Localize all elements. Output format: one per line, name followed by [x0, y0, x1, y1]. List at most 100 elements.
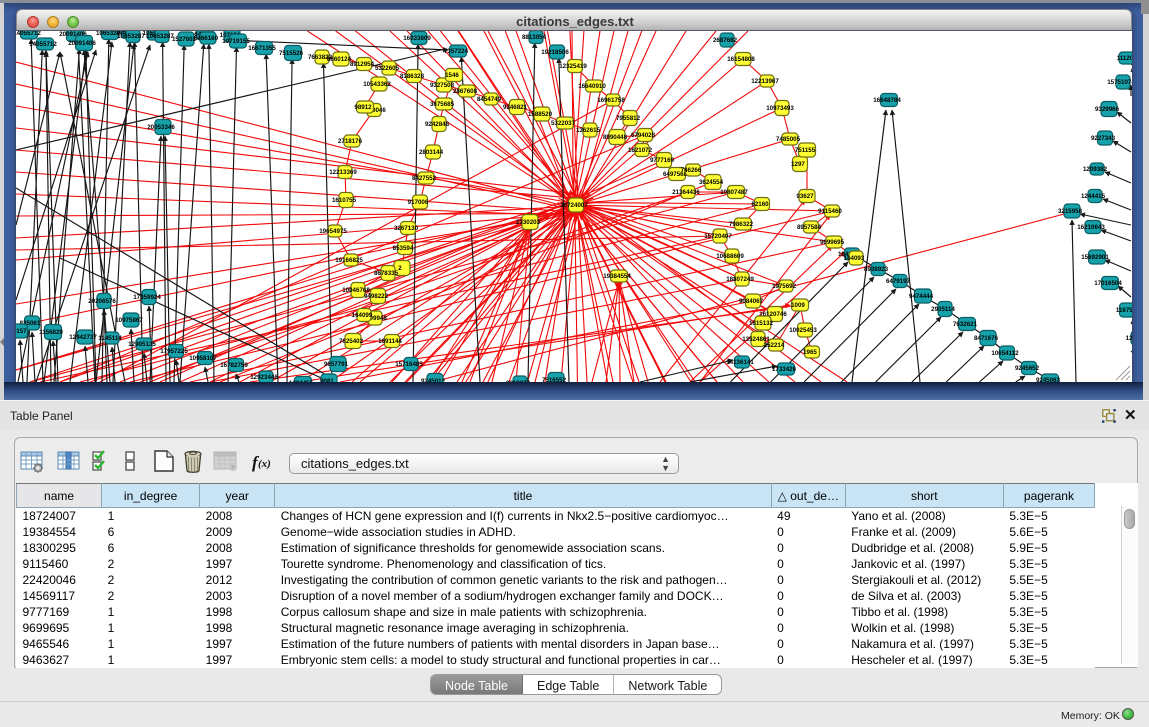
svg-text:1975692: 1975692	[772, 283, 797, 290]
svg-text:7485005: 7485005	[776, 136, 801, 143]
svg-text:16961758: 16961758	[597, 97, 625, 104]
svg-text:9227343: 9227343	[1091, 135, 1116, 142]
svg-text:746266: 746266	[681, 167, 702, 174]
svg-text:19218506: 19218506	[541, 49, 569, 56]
svg-text:8678335: 8678335	[374, 270, 399, 277]
svg-text:19384554: 19384554	[603, 273, 631, 280]
svg-text:9084067: 9084067	[739, 298, 764, 305]
svg-text:1621072: 1621072	[628, 147, 653, 154]
svg-text:8813054: 8813054	[522, 34, 547, 41]
svg-text:3215958: 3215958	[1058, 208, 1083, 215]
svg-text:1691144: 1691144	[378, 338, 402, 345]
svg-text:8990448: 8990448	[603, 134, 628, 141]
svg-text:62160: 62160	[751, 201, 769, 208]
svg-text:10973493: 10973493	[766, 105, 794, 112]
svg-text:8427552: 8427552	[412, 175, 437, 182]
svg-text:20206576: 20206576	[88, 298, 116, 305]
svg-text:16782759: 16782759	[220, 362, 248, 369]
svg-text:164093: 164093	[844, 255, 865, 262]
svg-text:11120: 11120	[1117, 55, 1132, 62]
svg-text:2: 2	[398, 265, 402, 272]
svg-text:15692901: 15692901	[1081, 254, 1109, 261]
svg-text:15716485: 15716485	[395, 361, 423, 368]
svg-text:16671355: 16671355	[248, 45, 276, 52]
svg-text:10654112: 10654112	[991, 350, 1019, 357]
svg-text:15720407: 15720407	[704, 233, 732, 240]
svg-text:1527602: 1527602	[172, 36, 197, 43]
svg-text:853594: 853594	[393, 245, 414, 252]
svg-text:10958107: 10958107	[189, 355, 217, 362]
svg-text:1297: 1297	[791, 161, 805, 168]
svg-text:12942737: 12942737	[69, 334, 97, 341]
svg-text:917006: 917006	[408, 199, 429, 206]
svg-text:14136141: 14136141	[726, 359, 754, 366]
svg-text:7357224: 7357224	[444, 48, 469, 55]
svg-text:6794028: 6794028	[631, 132, 656, 139]
svg-text:10653287: 10653287	[117, 33, 145, 40]
svg-text:10688609: 10688609	[716, 253, 744, 260]
svg-text:116753: 116753	[1116, 307, 1132, 314]
svg-text:8471676: 8471676	[974, 335, 999, 342]
svg-text:10653287: 10653287	[146, 33, 174, 40]
svg-text:2867608: 2867608	[453, 88, 478, 95]
svg-text:8957584: 8957584	[797, 224, 822, 231]
svg-text:19654975: 19654975	[319, 228, 347, 235]
svg-text:7515526: 7515526	[279, 50, 304, 57]
svg-text:9245652: 9245652	[1015, 365, 1040, 372]
svg-text:10543362: 10543362	[363, 81, 391, 88]
svg-text:17016504: 17016504	[1094, 280, 1122, 287]
svg-text:751155: 751155	[795, 147, 816, 154]
svg-text:9474444: 9474444	[909, 293, 934, 300]
svg-text:7955812: 7955812	[616, 115, 641, 122]
svg-text:1156829: 1156829	[39, 329, 63, 336]
svg-text:5322605: 5322605	[375, 65, 400, 72]
svg-text:164099: 164099	[352, 312, 373, 319]
svg-text:8454749: 8454749	[477, 96, 502, 103]
svg-text:1244415: 1244415	[1081, 193, 1106, 200]
svg-text:1965: 1965	[803, 349, 817, 356]
svg-text:16648784: 16648784	[873, 97, 901, 104]
svg-text:1588520: 1588520	[528, 111, 553, 118]
svg-text:10025453: 10025453	[789, 327, 817, 334]
svg-text:12325419: 12325419	[559, 63, 587, 70]
svg-text:12213967: 12213967	[751, 78, 779, 85]
svg-text:1615132: 1615132	[749, 320, 774, 327]
svg-text:9146821: 9146821	[503, 104, 528, 111]
svg-text:20091406: 20091406	[68, 40, 96, 47]
svg-text:17359924: 17359924	[133, 294, 161, 301]
svg-text:6466160: 6466160	[194, 35, 219, 42]
svg-text:7625402: 7625402	[339, 338, 364, 345]
svg-text:17957225: 17957225	[160, 348, 188, 355]
svg-text:9657791: 9657791	[324, 361, 349, 368]
svg-text:8186328: 8186328	[400, 73, 425, 80]
svg-text:14055712: 14055712	[16, 31, 41, 37]
svg-text:3624554: 3624554	[699, 179, 724, 186]
svg-text:20053346: 20053346	[147, 124, 175, 131]
svg-text:1362615: 1362615	[576, 127, 601, 134]
svg-text:2687682: 2687682	[713, 37, 738, 44]
svg-text:1145114: 1145114	[98, 335, 122, 342]
svg-text:7986322: 7986322	[729, 221, 754, 228]
svg-text:1733426: 1733426	[772, 366, 797, 373]
svg-text:19166825: 19166825	[335, 257, 363, 264]
svg-text:1546: 1546	[445, 72, 459, 79]
svg-text:12213369: 12213369	[329, 169, 357, 176]
svg-text:10975867: 10975867	[115, 317, 143, 324]
svg-text:9699695: 9699695	[820, 239, 845, 246]
svg-text:10719155: 10719155	[222, 38, 250, 45]
svg-text:3267130: 3267130	[394, 225, 419, 232]
svg-text:3675685: 3675685	[430, 101, 455, 108]
svg-text:1009: 1009	[791, 302, 805, 309]
svg-text:252214: 252214	[764, 342, 785, 349]
svg-text:7632621: 7632621	[953, 321, 978, 328]
svg-text:2330203: 2330203	[516, 219, 541, 226]
svg-text:10807487: 10807487	[720, 189, 748, 196]
svg-text:2935114: 2935114	[931, 306, 955, 313]
svg-text:120345: 120345	[1126, 335, 1132, 342]
svg-text:18724007: 18724007	[560, 202, 588, 209]
svg-text:16033809: 16033809	[403, 35, 431, 42]
svg-text:14055712: 14055712	[29, 41, 57, 48]
svg-text:8660124: 8660124	[327, 56, 352, 63]
svg-text:9777169: 9777169	[650, 157, 675, 164]
svg-text:2803144: 2803144	[419, 149, 444, 156]
